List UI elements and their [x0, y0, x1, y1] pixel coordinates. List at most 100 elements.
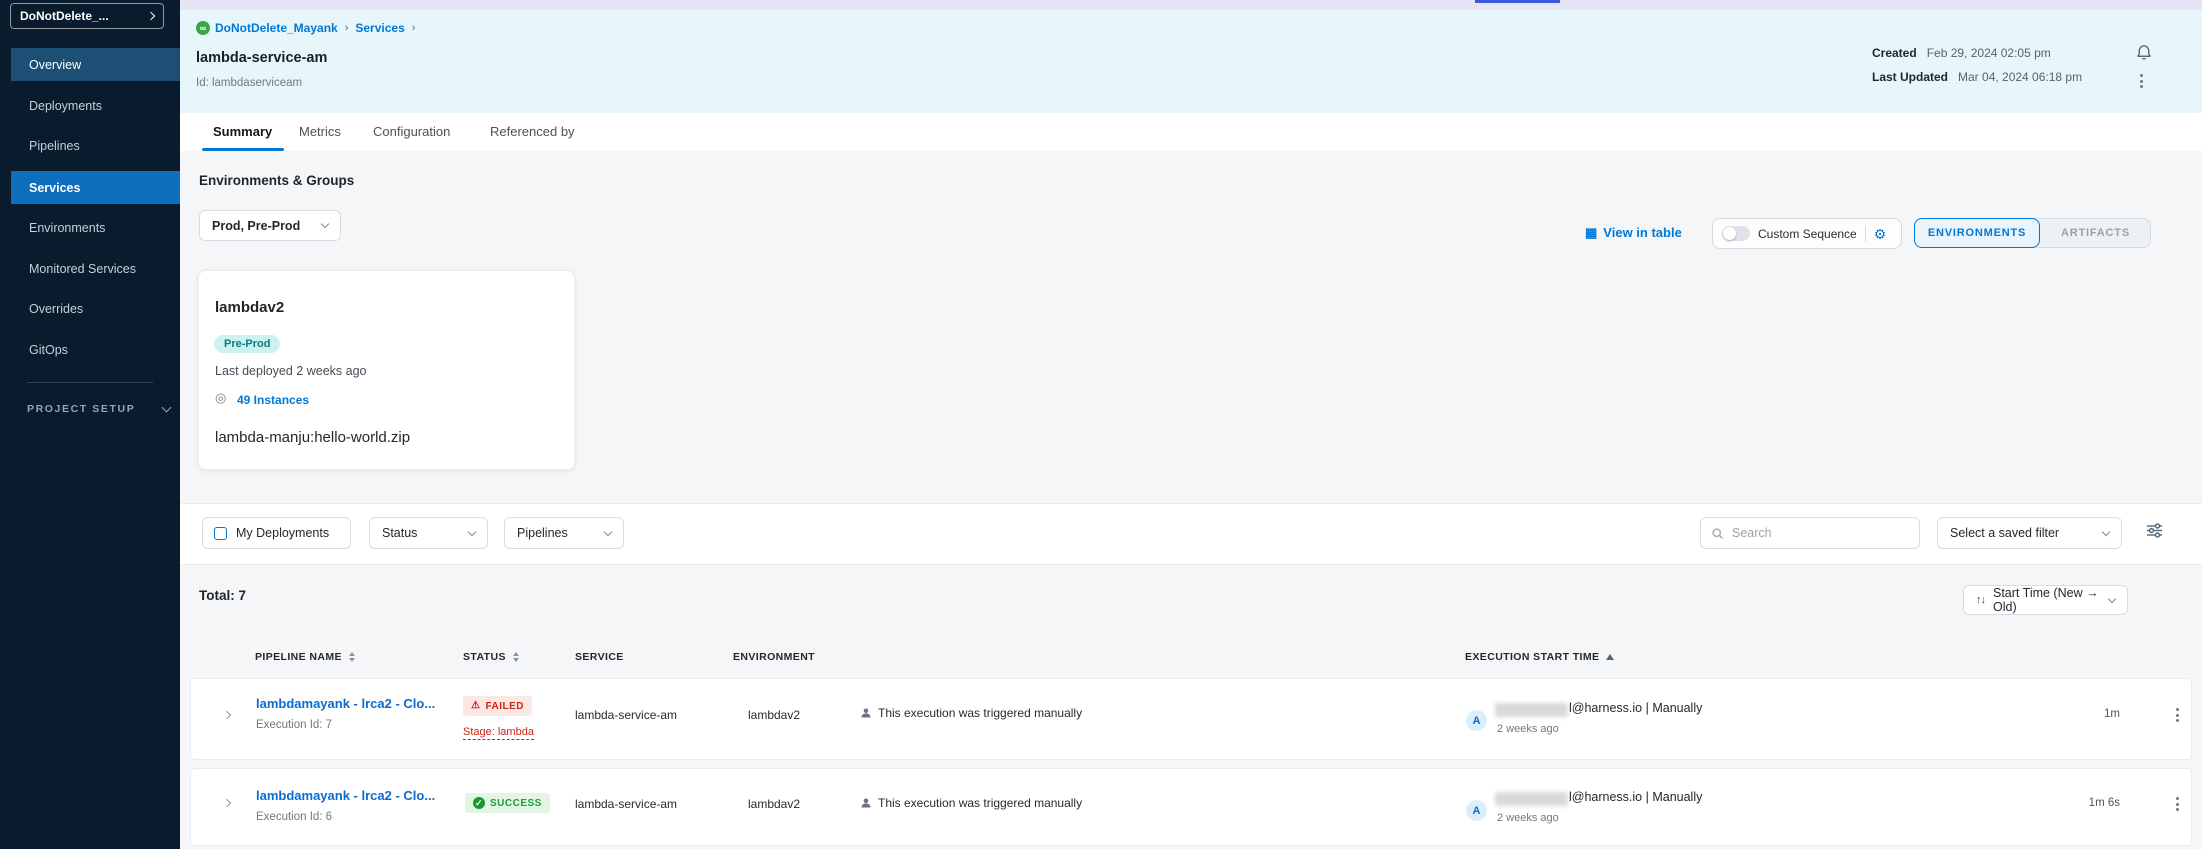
- time-ago: 2 weeks ago: [1497, 723, 1559, 735]
- pipeline-link[interactable]: lambdamayank - lrca2 - Clo...: [256, 788, 435, 803]
- search-icon: [1711, 527, 1724, 540]
- pipeline-link[interactable]: lambdamayank - lrca2 - Clo...: [256, 696, 435, 711]
- table-icon: ▦: [1585, 226, 1597, 239]
- sidebar-divider: [27, 382, 153, 383]
- avatar: A: [1466, 800, 1487, 821]
- last-updated-label: Last Updated: [1872, 70, 1948, 84]
- page-title: lambda-service-am: [196, 50, 327, 66]
- created-label: Created: [1872, 46, 1917, 60]
- chevron-down-icon: [2108, 594, 2116, 602]
- column-service: SERVICE: [575, 651, 624, 663]
- tab-metrics[interactable]: Metrics: [299, 124, 341, 139]
- execution-id: Execution Id: 7: [256, 719, 332, 731]
- status-filter-dropdown[interactable]: Status: [369, 517, 488, 549]
- last-deployed-text: Last deployed 2 weeks ago: [215, 364, 367, 378]
- created-meta: Created Feb 29, 2024 02:05 pm: [1872, 46, 2051, 60]
- top-nav-strip: [180, 0, 2202, 10]
- trigger-note-cell: This execution was triggered manually: [860, 706, 1082, 720]
- artifact-name: lambda-manju:hello-world.zip: [215, 429, 410, 446]
- gear-icon[interactable]: ⚙: [1874, 227, 1887, 241]
- chevron-down-icon: [162, 403, 172, 413]
- environment-type-dropdown[interactable]: Prod, Pre-Prod: [199, 210, 341, 241]
- environment-name: lambdav2: [215, 299, 284, 316]
- service-cell: lambda-service-am: [575, 708, 677, 722]
- service-id: Id: lambdaserviceam: [196, 77, 302, 89]
- sidebar-item-services[interactable]: Services: [11, 171, 180, 204]
- environment-type-badge: Pre-Prod: [214, 335, 280, 353]
- last-updated-meta: Last Updated Mar 04, 2024 06:18 pm: [1872, 70, 2082, 84]
- sidebar-item-gitops[interactable]: GitOps: [11, 333, 180, 366]
- created-value: Feb 29, 2024 02:05 pm: [1927, 46, 2051, 60]
- breadcrumb-project-link[interactable]: DoNotDelete_Mayank: [215, 21, 338, 35]
- environments-heading: Environments & Groups: [199, 173, 354, 188]
- custom-sequence-control: Custom Sequence ⚙: [1712, 218, 1902, 249]
- row-more-menu-icon[interactable]: [2174, 706, 2181, 724]
- trigger-note-cell: This execution was triggered manually: [860, 796, 1082, 810]
- redacted-username: [1495, 703, 1568, 717]
- trigger-user: l@harness.io | Manually: [1569, 701, 1702, 715]
- last-updated-value: Mar 04, 2024 06:18 pm: [1958, 70, 2082, 84]
- search-input[interactable]: [1732, 526, 1909, 540]
- column-execution-start-time[interactable]: EXECUTION START TIME: [1465, 651, 1614, 663]
- sidebar-project-setup[interactable]: PROJECT SETUP: [27, 403, 170, 415]
- sidebar-item-overview[interactable]: Overview: [11, 48, 180, 81]
- tab-summary[interactable]: Summary: [213, 124, 272, 139]
- sort-asc-icon: [1606, 654, 1614, 660]
- service-cell: lambda-service-am: [575, 797, 677, 811]
- execution-row[interactable]: [190, 678, 2192, 760]
- environment-cell: lambdav2: [748, 797, 800, 811]
- saved-filter-dropdown[interactable]: Select a saved filter: [1937, 517, 2122, 549]
- module-cd-icon: ∞: [196, 21, 210, 35]
- search-box: [1700, 517, 1920, 549]
- executions-total: Total: 7: [199, 588, 246, 603]
- status-badge-failed: ⚠ FAILED: [463, 696, 532, 716]
- environments-toggle-button[interactable]: ENVIRONMENTS: [1914, 218, 2040, 248]
- sidebar-item-monitored-services[interactable]: Monitored Services: [11, 252, 180, 285]
- check-icon: ✓: [473, 797, 485, 809]
- sort-arrows-icon: ↑↓: [1976, 594, 1985, 606]
- breadcrumb-services-link[interactable]: Services: [355, 21, 404, 35]
- column-pipeline-name[interactable]: PIPELINE NAME: [255, 651, 355, 663]
- project-switcher-label: DoNotDelete_...: [20, 9, 148, 23]
- environment-cell: lambdav2: [748, 708, 800, 722]
- notifications-bell-icon[interactable]: [2136, 44, 2152, 61]
- avatar: A: [1466, 710, 1487, 731]
- header-more-menu-icon[interactable]: [2138, 72, 2145, 90]
- chevron-right-icon: [147, 12, 155, 20]
- person-icon: [860, 707, 872, 719]
- pipelines-filter-dropdown[interactable]: Pipelines: [504, 517, 624, 549]
- filter-sliders-icon[interactable]: [2146, 523, 2163, 538]
- failed-stage-link[interactable]: Stage: lambda: [463, 726, 534, 740]
- my-deployments-checkbox[interactable]: [214, 527, 227, 540]
- chevron-down-icon: [604, 527, 612, 535]
- chevron-down-icon: [468, 527, 476, 535]
- sidebar-item-deployments[interactable]: Deployments: [11, 89, 180, 122]
- custom-sequence-toggle[interactable]: [1722, 226, 1750, 241]
- sidebar: DoNotDelete_... Overview Deployments Pip…: [0, 0, 180, 849]
- tab-configuration[interactable]: Configuration: [373, 124, 450, 139]
- breadcrumb-separator: ›: [345, 22, 349, 34]
- sidebar-item-overrides[interactable]: Overrides: [11, 292, 180, 325]
- sort-dropdown[interactable]: ↑↓ Start Time (New → Old): [1963, 585, 2128, 615]
- breadcrumb: DoNotDelete_Mayank › Services ›: [215, 21, 415, 35]
- service-tabbar: [180, 113, 2202, 151]
- column-environment: ENVIRONMENT: [733, 651, 815, 663]
- sidebar-item-environments[interactable]: Environments: [11, 211, 180, 244]
- sort-icon: [349, 652, 355, 662]
- duration: 1m 6s: [2050, 797, 2120, 809]
- person-icon: [860, 797, 872, 809]
- redacted-username: [1495, 792, 1568, 806]
- status-badge-success: ✓ SUCCESS: [465, 793, 550, 813]
- tab-referenced-by[interactable]: Referenced by: [490, 124, 575, 139]
- instances-link[interactable]: 49 Instances: [237, 393, 309, 407]
- sidebar-item-pipelines[interactable]: Pipelines: [11, 129, 180, 162]
- artifacts-toggle-button[interactable]: ARTIFACTS: [2040, 218, 2151, 248]
- sort-icon: [513, 652, 519, 662]
- column-status[interactable]: STATUS: [463, 651, 519, 663]
- project-switcher[interactable]: DoNotDelete_...: [10, 3, 164, 29]
- view-in-table-link[interactable]: ▦ View in table: [1585, 225, 1682, 240]
- chevron-down-icon: [2102, 527, 2110, 535]
- row-more-menu-icon[interactable]: [2174, 795, 2181, 813]
- page-header: [180, 10, 2202, 113]
- my-deployments-filter[interactable]: My Deployments: [202, 517, 351, 549]
